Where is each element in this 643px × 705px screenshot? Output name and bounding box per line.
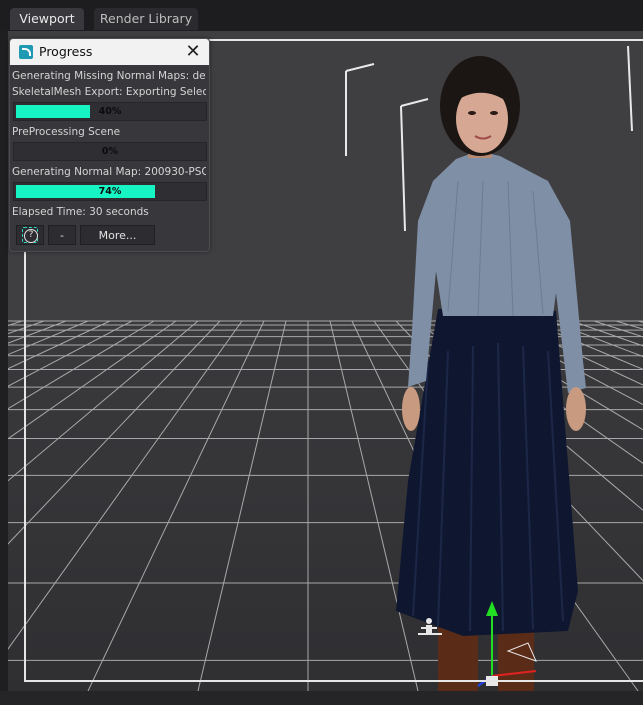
progress-percent-preprocessing: 0% [101,146,119,157]
dialog-titlebar[interactable]: Progress ✕ [10,39,209,65]
status-missing-normal-maps: Generating Missing Normal Maps: def... [12,70,206,82]
progress-bar-normal-map: 74% [13,182,207,201]
tab-viewport[interactable]: Viewport [10,8,84,30]
more-button[interactable]: More... [80,225,155,245]
progress-percent-normal-map: 74% [98,186,122,197]
status-skeletal-export: SkeletalMesh Export: Exporting Selecti..… [12,86,206,98]
help-button[interactable]: ? [16,225,44,245]
status-normal-map: Generating Normal Map: 200930-PSO-... [12,166,206,178]
tab-bar: Viewport Render Library [0,0,643,31]
status-preprocessing: PreProcessing Scene [12,126,121,138]
elapsed-time: Elapsed Time: 30 seconds [12,206,149,218]
progress-dialog: Progress ✕ Generating Missing Normal Map… [9,38,210,252]
app-logo-icon [19,45,33,59]
minimize-button[interactable]: - [48,225,76,245]
status-strip [0,691,643,705]
progress-bar-preprocessing: 0% [13,142,207,161]
progress-bar-skeletal-export: 40% [13,102,207,121]
close-icon[interactable]: ✕ [183,40,203,64]
tab-render-library[interactable]: Render Library [94,8,198,30]
dialog-title: Progress [39,44,93,59]
help-icon: ? [22,227,38,243]
progress-percent-skeletal-export: 40% [98,106,122,117]
